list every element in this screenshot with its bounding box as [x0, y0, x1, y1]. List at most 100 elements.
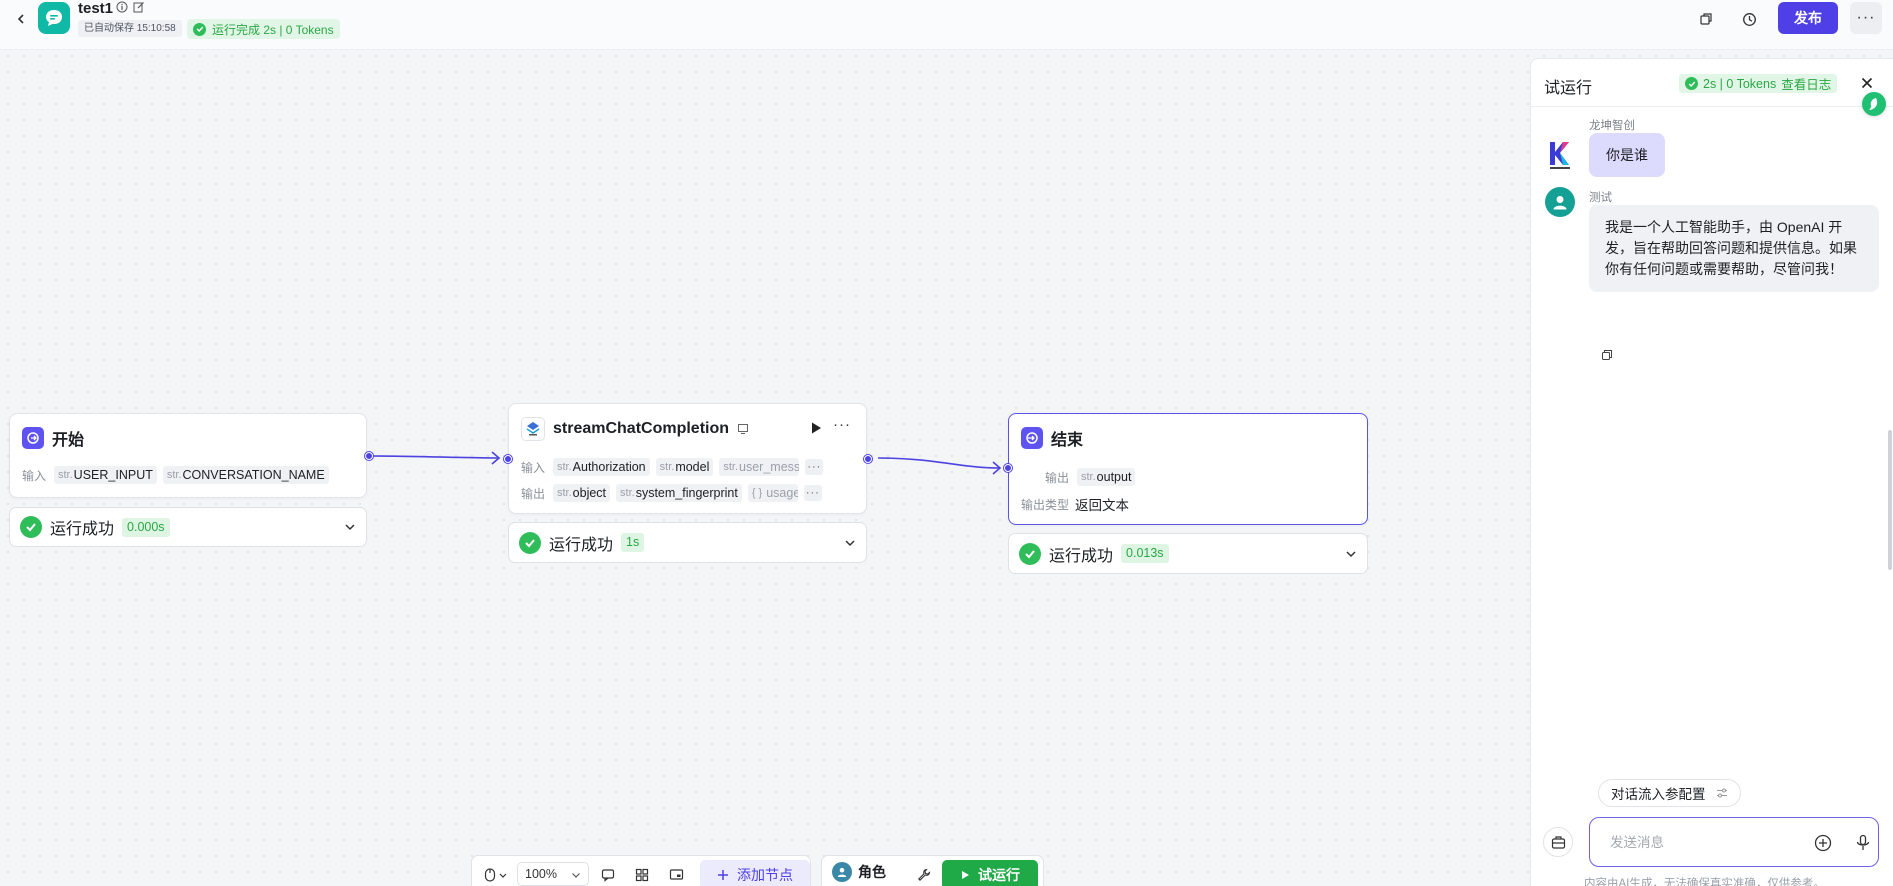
panel-scrollbar[interactable] — [1888, 430, 1892, 570]
plus-circle-icon — [1814, 834, 1832, 852]
end-node-output-type: 输出类型 返回文本 — [1021, 494, 1129, 514]
history-icon — [1742, 12, 1756, 26]
more-menu-button[interactable]: ··· — [1850, 2, 1882, 34]
start-output-port[interactable] — [365, 452, 373, 460]
conversation-params-button[interactable]: 对话流入参配置 — [1598, 779, 1741, 807]
note-icon — [738, 424, 749, 434]
add-node-button[interactable]: 添加节点 — [700, 860, 810, 886]
input-label: 输入 — [521, 460, 546, 475]
stream-chat-node-title: streamChatCompletion — [553, 420, 730, 437]
output-type-label: 输出类型 — [1021, 497, 1070, 512]
end-run-status[interactable]: 运行成功 0.013s — [1008, 533, 1368, 574]
chevron-down-icon — [845, 539, 855, 546]
assistant-logo[interactable] — [1862, 92, 1886, 116]
message-sender: 龙坤智创 — [1589, 120, 1635, 132]
play-icon — [962, 871, 969, 879]
stream-chat-run-status[interactable]: 运行成功 1s — [508, 522, 867, 563]
output-label: 输出 — [1045, 470, 1070, 485]
publish-button[interactable]: 发布 — [1778, 2, 1838, 34]
edit-icon[interactable] — [133, 1, 145, 13]
minimap-button[interactable] — [664, 864, 688, 886]
param-tag: str. USER_INPUT — [54, 466, 157, 484]
top-bar: test1 已自动保存 15:10:58 运行完成 2s | 0 Tokens … — [0, 0, 1893, 50]
run-status-text: 运行完成 2s | 0 Tokens — [212, 22, 334, 37]
panel-title: 试运行 — [1544, 80, 1593, 97]
chevron-down-icon — [499, 873, 506, 878]
stream-chat-inputs: 输入 str. Authorization str. model str. user_… — [521, 458, 851, 476]
run-status-badge: 运行完成 2s | 0 Tokens — [187, 19, 340, 39]
info-icon[interactable] — [116, 1, 128, 13]
start-icon — [22, 427, 44, 449]
stream-chat-node[interactable]: streamChatCompletion ··· 输入 str. Authoriz… — [508, 403, 867, 514]
start-node-header: 开始 — [22, 426, 84, 450]
plus-icon — [718, 870, 728, 880]
app-logo — [38, 2, 70, 34]
arrow-head-icon — [491, 451, 501, 465]
start-node-title: 开始 — [52, 432, 85, 449]
param-tag: str. CONVERSATION_NAME — [162, 466, 329, 484]
debug-tool-button[interactable] — [912, 864, 936, 886]
chat-bubble-icon — [46, 10, 62, 26]
add-attachment-button[interactable] — [1812, 832, 1834, 854]
run-toolbar: 角色 试运行 — [821, 855, 1044, 886]
view-log-link[interactable]: 查看日志 — [1781, 74, 1831, 93]
grid-icon — [635, 868, 649, 882]
output-label: 输出 — [521, 486, 546, 501]
panel-run-stats: 2s | 0 Tokens — [1703, 76, 1777, 91]
param-tag: str. Authorization — [553, 458, 650, 476]
role-button[interactable]: 角色 — [832, 862, 886, 882]
end-input-port[interactable] — [1004, 464, 1012, 472]
autosave-status: 已自动保存 15:10:58 — [78, 20, 182, 37]
close-panel-button[interactable] — [1857, 73, 1877, 93]
ai-disclaimer: 内容由AI生成，无法确保真实准确，仅供参考。 — [1584, 878, 1825, 886]
param-tag: str. output — [1077, 468, 1136, 486]
zoom-select[interactable]: 100% — [517, 862, 589, 886]
chevron-down-icon — [1346, 550, 1356, 557]
copy-workflow-button[interactable] — [1693, 6, 1719, 32]
end-node-title: 结束 — [1051, 432, 1084, 449]
plugin-logo-icon — [521, 417, 545, 441]
end-node-header: 结束 — [1021, 426, 1083, 450]
toolbox-button[interactable] — [1543, 827, 1573, 857]
copy-icon[interactable] — [1601, 349, 1613, 361]
back-button[interactable] — [10, 8, 32, 30]
chevron-left-icon — [17, 14, 24, 24]
status-text: 运行成功 — [1049, 547, 1114, 565]
output-type-value: 返回文本 — [1075, 498, 1130, 513]
stream-chat-output-port[interactable] — [864, 455, 872, 463]
end-node[interactable]: 结束 输出 str. output 输出类型 返回文本 — [1008, 413, 1368, 525]
param-tag: str. object — [553, 484, 611, 502]
leaf-icon — [1869, 98, 1878, 110]
message-input-box — [1589, 817, 1879, 867]
check-circle-icon — [1019, 542, 1041, 565]
user-icon — [1553, 196, 1567, 210]
check-circle-icon — [519, 531, 541, 554]
status-time: 0.013s — [1121, 544, 1169, 563]
play-icon[interactable] — [809, 421, 823, 435]
end-node-output: 输出 str. output — [1045, 468, 1136, 486]
message-input[interactable] — [1610, 832, 1790, 852]
minimap-icon — [669, 869, 683, 880]
brand-avatar — [1550, 142, 1570, 169]
input-label: 输入 — [22, 468, 47, 483]
stream-chat-outputs: 输出 str. object str. system_fingerprint { }… — [521, 484, 851, 502]
expand-inputs-button[interactable]: ··· — [805, 459, 824, 475]
trial-run-button[interactable]: 试运行 — [942, 860, 1038, 886]
start-node[interactable]: 开始 输入 str. USER_INPUT str. CONVERSATION_NA… — [9, 413, 367, 498]
node-more-button[interactable]: ··· — [833, 416, 851, 433]
start-run-status[interactable]: 运行成功 0.000s — [9, 507, 367, 547]
param-tag: str. user_mess — [719, 458, 800, 476]
layout-button[interactable] — [630, 864, 654, 886]
stream-chat-input-port[interactable] — [504, 455, 512, 463]
comment-button[interactable] — [596, 864, 620, 886]
voice-input-button[interactable] — [1852, 832, 1874, 854]
status-time: 0.000s — [122, 517, 170, 537]
arrow-head-icon — [992, 461, 1002, 475]
message-sender: 测试 — [1589, 192, 1612, 204]
interaction-mode-button[interactable] — [480, 864, 510, 886]
expand-outputs-button[interactable]: ··· — [803, 485, 822, 501]
check-circle-icon — [193, 22, 206, 36]
chevron-down-icon — [572, 873, 580, 878]
bot-message-bubble: 我是一个人工智能助手，由 OpenAI 开发，旨在帮助回答问题和提供信息。如果你… — [1589, 205, 1879, 292]
history-button[interactable] — [1736, 6, 1762, 32]
